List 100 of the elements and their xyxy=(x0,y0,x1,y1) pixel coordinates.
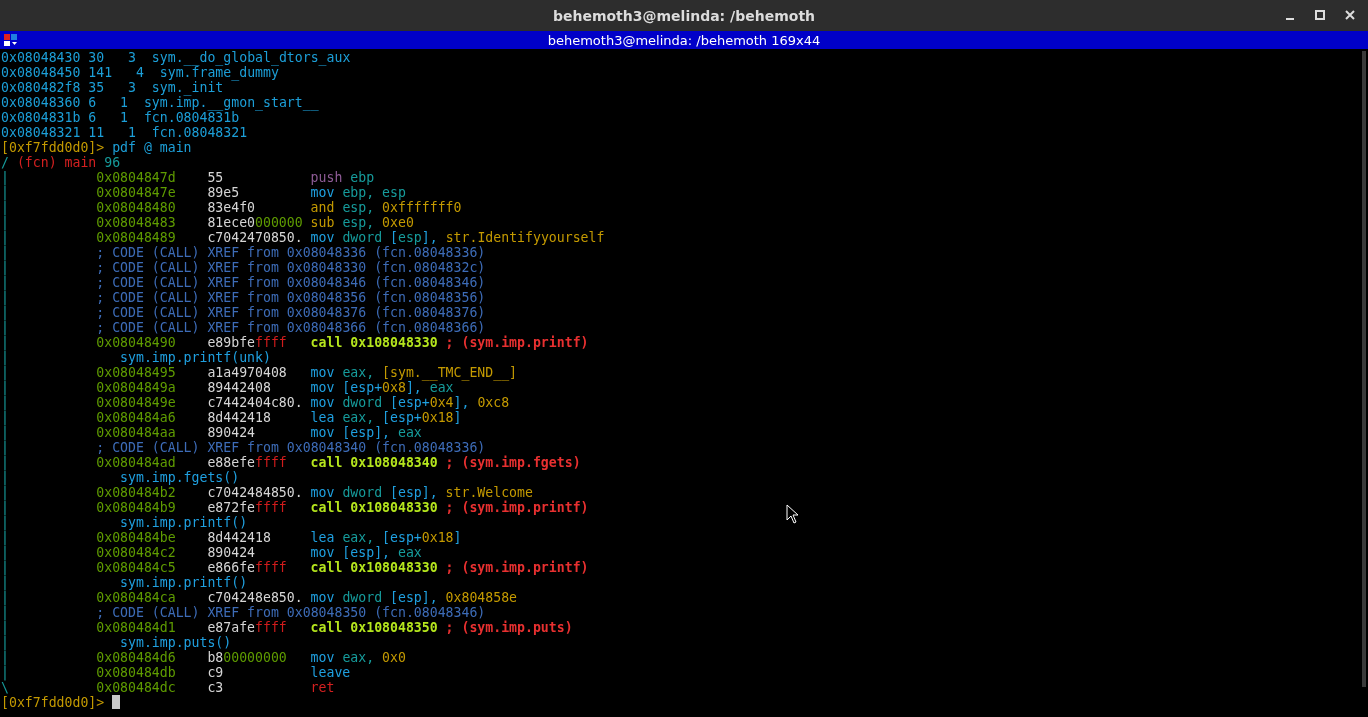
opcode-bytes: b800000000 xyxy=(207,650,287,665)
window-title: behemoth3@melinda: /behemoth xyxy=(552,7,816,24)
flow-line: | xyxy=(1,560,9,575)
mouse-pointer-icon xyxy=(786,504,799,524)
opcode-bytes: c7042484850. xyxy=(207,485,303,500)
call-target: sym.imp.puts() xyxy=(120,635,232,650)
instruction-address: 0x08048490 xyxy=(96,335,176,350)
flow-line: | xyxy=(1,455,9,470)
instruction-address: 0x080484ca xyxy=(96,590,176,605)
terminal-line: 0x08048430 30 3 sym.__do_global_dtors_aux xyxy=(1,50,351,65)
assembly-instruction: call 0x108048330 ; (sym.imp.printf) xyxy=(310,560,589,575)
assembly-instruction: and esp, 0xfffffff0 xyxy=(310,200,462,215)
xref-comment: ; CODE (CALL) XREF from 0x08048336 (fcn.08048336) xyxy=(96,245,486,260)
flow-line: | xyxy=(1,200,9,215)
assembly-instruction: call 0x108048350 ; (sym.imp.puts) xyxy=(310,620,573,635)
terminal-line: / (fcn) main 96 xyxy=(1,155,121,170)
shell-prompt: [0xf7fdd0d0]> xyxy=(1,695,105,710)
instruction-address: 0x08048480 xyxy=(96,200,176,215)
opcode-bytes: 8d442418 xyxy=(207,530,271,545)
xref-comment: ; CODE (CALL) XREF from 0x08048376 (fcn.08048376) xyxy=(96,305,486,320)
xref-comment: ; CODE (CALL) XREF from 0x08048350 (fcn.08048346) xyxy=(96,605,486,620)
opcode-bytes: e89bfeffff xyxy=(207,335,287,350)
flow-line: \ xyxy=(1,680,9,695)
instruction-address: 0x080484c2 xyxy=(96,545,176,560)
call-target: sym.imp.printf(unk) xyxy=(120,350,271,365)
flow-line: | xyxy=(1,230,9,245)
instruction-address: 0x0804847e xyxy=(96,185,176,200)
assembly-instruction: lea eax, [esp+0x18] xyxy=(310,410,462,425)
instruction-address: 0x080484dc xyxy=(96,680,176,695)
flow-line: | xyxy=(1,245,9,260)
opcode-bytes: 55 xyxy=(207,170,224,185)
terminal-app-icon[interactable] xyxy=(3,33,19,47)
assembly-instruction: leave xyxy=(310,665,351,680)
terminal-line: 0x08048450 141 4 sym.frame_dummy xyxy=(1,65,279,80)
flow-line: | xyxy=(1,170,9,185)
xref-comment: ; CODE (CALL) XREF from 0x08048330 (fcn.0804832c) xyxy=(96,260,486,275)
opcode-bytes: 890424 xyxy=(207,545,256,560)
instruction-address: 0x080484c5 xyxy=(96,560,176,575)
assembly-instruction: mov dword [esp], 0x804858e xyxy=(310,590,518,605)
instruction-address: 0x080484aa xyxy=(96,425,176,440)
assembly-instruction: mov eax, 0x0 xyxy=(310,650,406,665)
opcode-bytes: c7442404c80. xyxy=(207,395,303,410)
flow-line: | xyxy=(1,335,9,350)
assembly-instruction: call 0x108048330 ; (sym.imp.printf) xyxy=(310,335,589,350)
instruction-address: 0x080484ad xyxy=(96,455,176,470)
xref-comment: ; CODE (CALL) XREF from 0x08048346 (fcn.08048346) xyxy=(96,275,486,290)
flow-line: | xyxy=(1,395,9,410)
terminal-title: behemoth3@melinda: /behemoth 169x44 xyxy=(547,32,821,48)
assembly-instruction: mov [esp], eax xyxy=(310,425,422,440)
flow-line: | xyxy=(1,590,9,605)
call-target: sym.imp.printf() xyxy=(120,515,248,530)
flow-line: | xyxy=(1,665,9,680)
xref-comment: ; CODE (CALL) XREF from 0x08048340 (fcn.08048336) xyxy=(96,440,486,455)
terminal-line: 0x0804831b 6 1 fcn.0804831b xyxy=(1,110,240,125)
assembly-instruction: mov eax, [sym.__TMC_END__] xyxy=(310,365,518,380)
flow-line: | xyxy=(1,605,9,620)
maximize-icon[interactable] xyxy=(1312,7,1328,23)
opcode-bytes: 89442408 xyxy=(207,380,271,395)
instruction-address: 0x080484db xyxy=(96,665,176,680)
flow-line: | xyxy=(1,365,9,380)
instruction-address: 0x08048483 xyxy=(96,215,176,230)
assembly-instruction: mov [esp], eax xyxy=(310,545,422,560)
flow-line: | xyxy=(1,620,9,635)
assembly-instruction: mov dword [esp], str.Identifyyourself xyxy=(310,230,605,245)
instruction-address: 0x080484b2 xyxy=(96,485,176,500)
opcode-bytes: a1a4970408 xyxy=(207,365,287,380)
assembly-instruction: call 0x108048330 ; (sym.imp.printf) xyxy=(310,500,589,515)
instruction-address: 0x080484d1 xyxy=(96,620,176,635)
instruction-address: 0x080484b9 xyxy=(96,500,176,515)
flow-line: | xyxy=(1,305,9,320)
instruction-address: 0x080484d6 xyxy=(96,650,176,665)
instruction-address: 0x0804849e xyxy=(96,395,176,410)
assembly-instruction: mov dword [esp], str.Welcome xyxy=(310,485,533,500)
terminal-line: 0x080482f8 35 3 sym._init xyxy=(1,80,224,95)
flow-line: | xyxy=(1,515,9,530)
opcode-bytes: e872feffff xyxy=(207,500,287,515)
instruction-address: 0x0804847d xyxy=(96,170,176,185)
opcode-bytes: e88efeffff xyxy=(207,455,287,470)
flow-line: | xyxy=(1,650,9,665)
xref-comment: ; CODE (CALL) XREF from 0x08048366 (fcn.08048366) xyxy=(96,320,486,335)
assembly-instruction: sub esp, 0xe0 xyxy=(310,215,414,230)
flow-line: | xyxy=(1,500,9,515)
terminal-line: 0x08048360 6 1 sym.imp.__gmon_start__ xyxy=(1,95,319,110)
flow-line: | xyxy=(1,380,9,395)
instruction-address: 0x0804849a xyxy=(96,380,176,395)
assembly-instruction: mov ebp, esp xyxy=(310,185,406,200)
assembly-instruction: push ebp xyxy=(310,170,375,185)
flow-line: | xyxy=(1,545,9,560)
opcode-bytes: 83e4f0 xyxy=(207,200,256,215)
flow-line: | xyxy=(1,410,9,425)
opcode-bytes: c3 xyxy=(207,680,224,695)
opcode-bytes: 81ece0000000 xyxy=(207,215,303,230)
opcode-bytes: 89e5 xyxy=(207,185,240,200)
instruction-address: 0x080484be xyxy=(96,530,176,545)
instruction-address: 0x08048489 xyxy=(96,230,176,245)
flow-line: | xyxy=(1,215,9,230)
call-target: sym.imp.printf() xyxy=(120,575,248,590)
flow-line: | xyxy=(1,440,9,455)
terminal-line: 0x08048321 11 1 fcn.08048321 xyxy=(1,125,248,140)
scrollbar[interactable] xyxy=(1362,51,1366,687)
